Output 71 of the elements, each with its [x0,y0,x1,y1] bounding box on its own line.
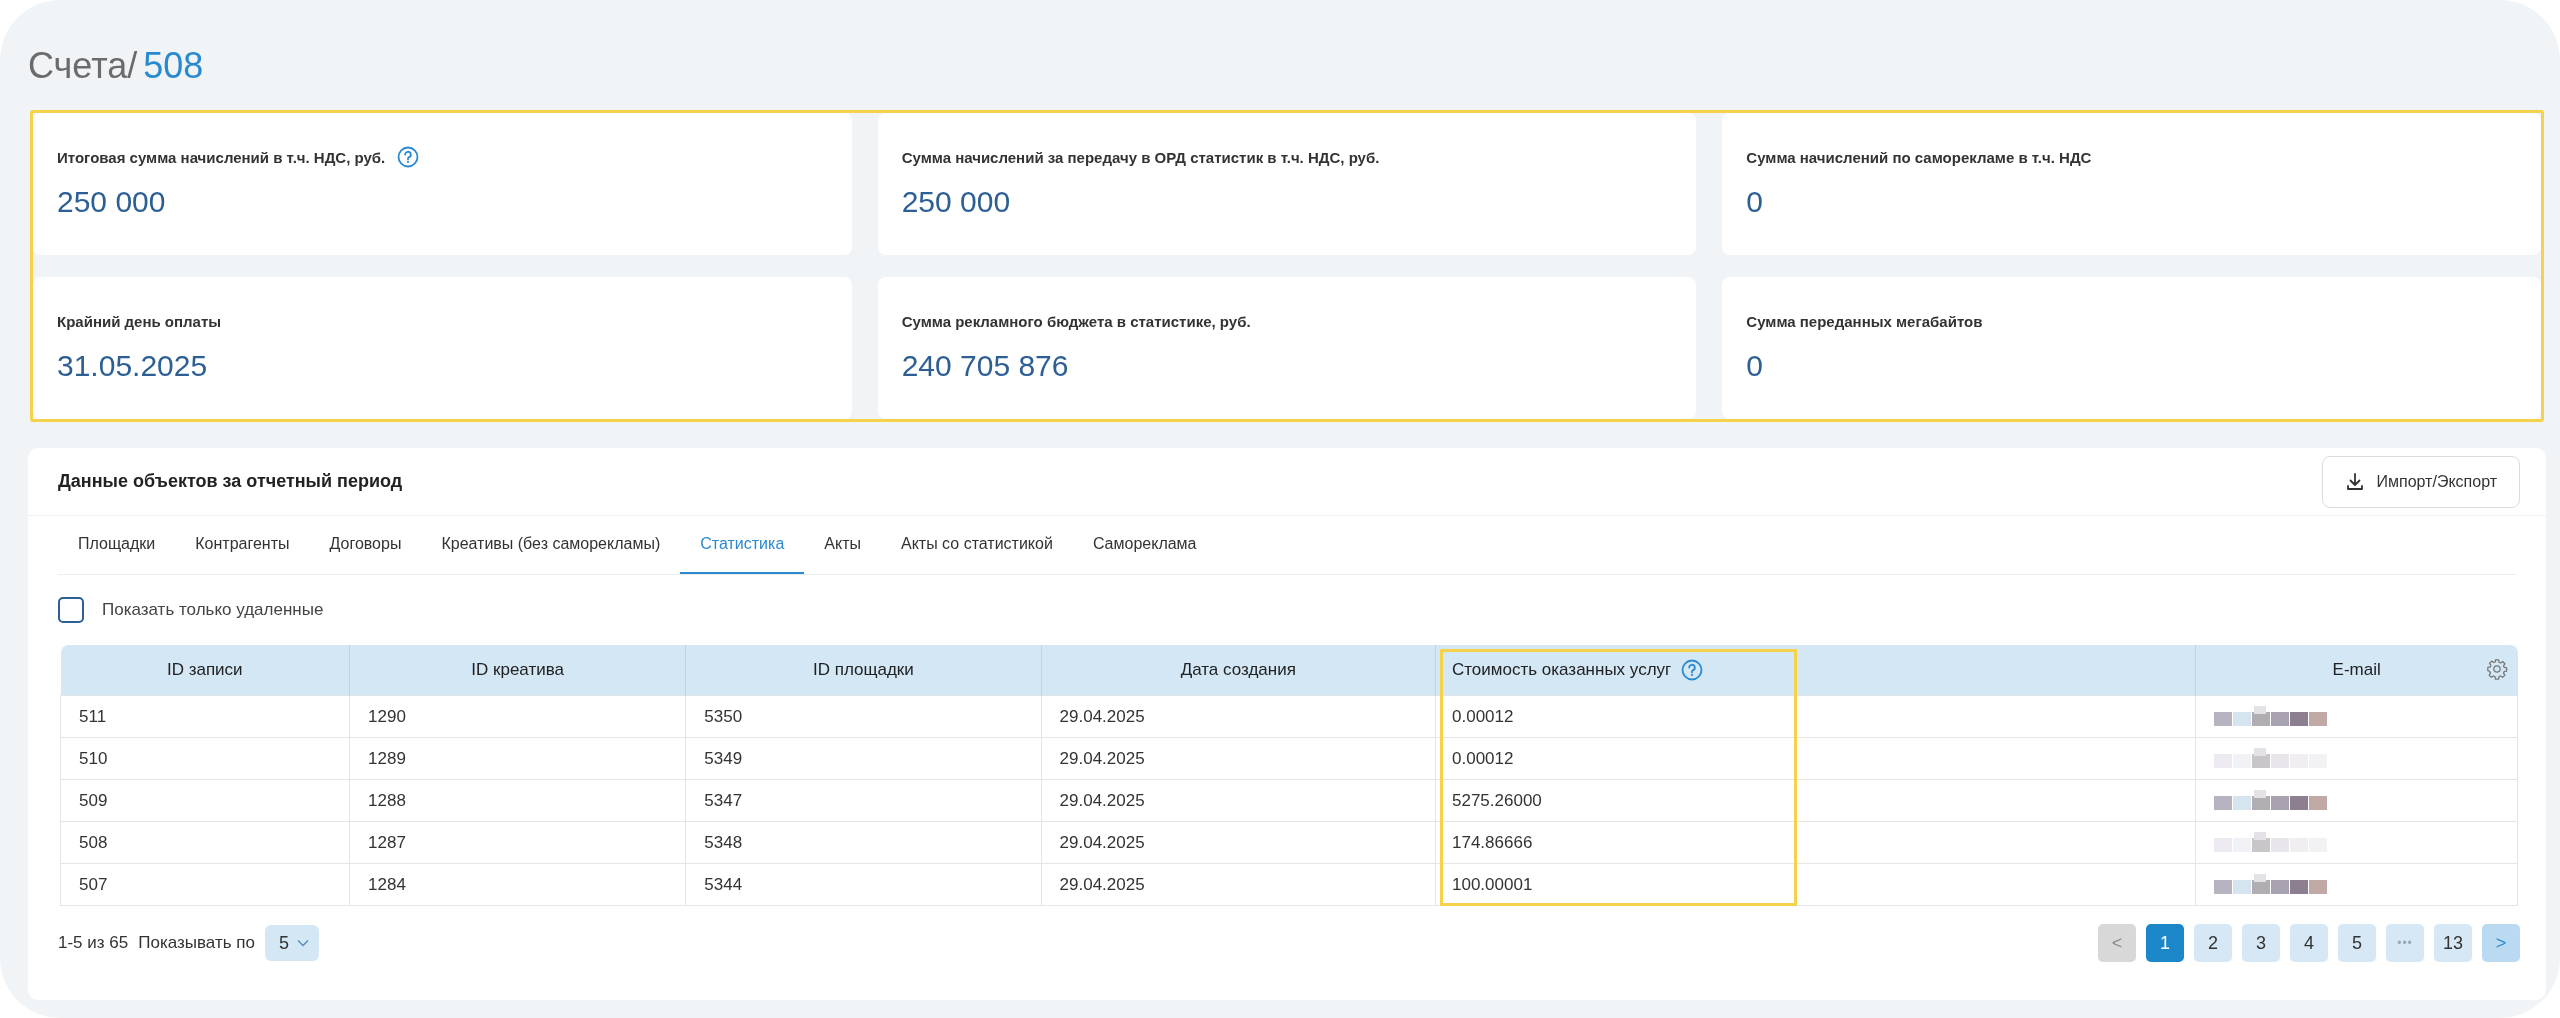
card-label: Сумма рекламного бюджета в статистике, руб. [901,312,1251,330]
help-icon[interactable] [397,146,420,168]
column-header: Стоимость оказанных услуг [1435,645,2196,696]
table-cell: 29.04.2025 [1041,821,1436,864]
per-page-select[interactable]: 5 [264,925,319,961]
table-cell: 5350 [685,695,1042,738]
table-cell: 510 [60,737,350,780]
card-label: Сумма переданных мегабайтов [1746,312,1983,330]
table-cell: 1289 [349,737,686,780]
breadcrumb-section[interactable]: Счета/ [28,45,138,87]
table-cell: 29.04.2025 [1041,863,1436,906]
card-value: 0 [1746,185,1764,219]
page-button[interactable]: 5 [2338,924,2376,962]
tab[interactable]: Креативы (без саморекламы) [421,516,681,574]
tab[interactable]: Акты [804,516,881,574]
tab[interactable]: Статистика [680,516,805,574]
checkbox[interactable] [58,597,84,623]
tab[interactable]: Акты со статистикой [881,516,1073,574]
table-cell: 0.00012 [1435,737,2196,780]
card-label: Сумма начислений за передачу в ОРД статистик в т.ч. НДС, руб. [901,148,1380,166]
column-header: ID площадки [685,645,1042,696]
card-value: 250 000 [57,185,167,219]
table-cell: 29.04.2025 [1041,737,1436,780]
table-cell: 1284 [349,863,686,906]
column-header: Дата создания [1041,645,1436,696]
table-cell: 507 [60,863,350,906]
tab[interactable]: Контрагенты [175,516,310,574]
table-cell: 509 [60,779,350,822]
table-cell: 511 [60,695,350,738]
per-page-label: Показывать по [138,933,255,953]
table-cell: 508 [60,821,350,864]
panel-title: Данные объектов за отчетный период [58,471,403,492]
card-label: Сумма начислений по саморекламе в т.ч. НДС [1746,148,2092,166]
tab[interactable]: Самореклама [1072,516,1217,574]
checkbox-label: Показать только удаленные [102,600,324,620]
column-header: E-mail [2195,645,2518,696]
table-cell: 1290 [349,695,686,738]
table-cell: 5275.26000 [1435,779,2196,822]
table-cell: 1287 [349,821,686,864]
record-range: 1-5 из 65 [58,933,129,953]
table-cell: 0.00012 [1435,695,2196,738]
invoice-number: 508 [143,45,204,87]
card-value: 250 000 [901,185,1012,219]
chevron-down-icon [296,939,309,947]
tab[interactable]: Площадки [58,516,176,574]
settings-icon[interactable] [2485,658,2508,680]
table-cell: 100.00001 [1435,863,2196,906]
card-value: 0 [1746,349,1764,383]
table-cell: 5344 [685,863,1042,906]
page-button[interactable]: 13 [2434,924,2472,962]
tab[interactable]: Договоры [309,516,422,574]
help-icon[interactable] [1681,659,1704,681]
column-header: ID записи [60,645,350,696]
table-cell: 5349 [685,737,1042,780]
page-button[interactable]: 1 [2146,924,2184,962]
download-icon [2344,471,2365,492]
card-value: 31.05.2025 [57,349,209,383]
card-label: Крайний день оплаты [57,312,222,330]
table-cell: 174.86666 [1435,821,2196,864]
table-cell: 29.04.2025 [1041,695,1436,738]
table-cell: 5347 [685,779,1042,822]
column-header: ID креатива [349,645,686,696]
page-button[interactable]: 4 [2290,924,2328,962]
page-button[interactable]: 2 [2194,924,2232,962]
card-label: Итоговая сумма начислений в т.ч. НДС, руб. [57,148,386,166]
table-cell: 29.04.2025 [1041,779,1436,822]
table-cell: 1288 [349,779,686,822]
page-button[interactable]: 3 [2242,924,2280,962]
table-cell: 5348 [685,821,1042,864]
import-export-button[interactable]: Импорт/Экспорт [2321,455,2520,508]
card-value: 240 705 876 [901,349,1070,383]
